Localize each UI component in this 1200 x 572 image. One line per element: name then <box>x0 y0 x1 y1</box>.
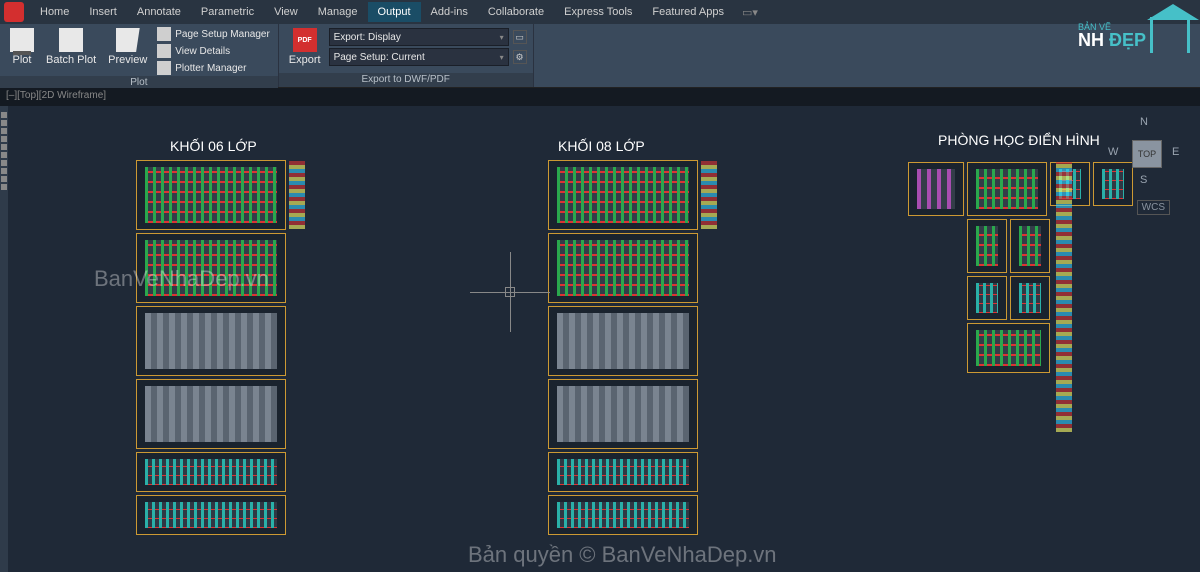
menu-express-tools[interactable]: Express Tools <box>554 2 642 22</box>
model-space-viewport[interactable]: KHỐI 06 LỚP KHỐI 08 LỚP PHÒNG HỌC ĐIỂN H… <box>8 106 1200 572</box>
ribbon: Plot Batch Plot Preview Page Setup Manag… <box>0 24 1200 88</box>
plot-icon <box>10 28 34 52</box>
viewcube-north[interactable]: N <box>1140 116 1148 128</box>
menu-view[interactable]: View <box>264 2 308 22</box>
section-title-phonghoc: PHÒNG HỌC ĐIỂN HÌNH <box>938 132 1100 148</box>
menu-collaborate[interactable]: Collaborate <box>478 2 554 22</box>
viewcube-south[interactable]: S <box>1140 174 1147 186</box>
floor-plan-tile[interactable] <box>548 160 698 230</box>
floor-plan-tile[interactable] <box>967 276 1007 320</box>
export-label: Export <box>289 54 321 66</box>
house-icon <box>1150 17 1190 53</box>
floor-plan-tile[interactable] <box>136 452 286 492</box>
viewcube-top-face[interactable]: TOP <box>1132 140 1162 168</box>
page-setup-options-button[interactable]: ⚙ <box>513 50 527 64</box>
floor-plan-tile[interactable] <box>548 379 698 449</box>
floor-plan-tile[interactable] <box>967 162 1047 216</box>
floor-plan-tile[interactable] <box>136 379 286 449</box>
menu-insert[interactable]: Insert <box>79 2 127 22</box>
menu-manage[interactable]: Manage <box>308 2 368 22</box>
floor-plan-tile[interactable] <box>136 233 286 303</box>
plotter-manager-icon <box>157 61 171 75</box>
floor-plan-tile[interactable] <box>967 323 1050 373</box>
floor-plan-tile[interactable] <box>1010 219 1050 273</box>
drawing-column-khoi08 <box>548 160 698 535</box>
drawing-group-phonghoc <box>908 162 1133 373</box>
drawing-column-khoi06 <box>136 160 286 535</box>
menu-annotate[interactable]: Annotate <box>127 2 191 22</box>
ribbon-panel-export: PDF Export Export: Display ▾ ▭ Page Setu… <box>279 24 534 87</box>
export-button[interactable]: PDF Export <box>285 26 325 73</box>
export-scope-dropdown[interactable]: Export: Display ▾ <box>329 28 509 46</box>
floor-plan-tile[interactable] <box>136 160 286 230</box>
plot-button[interactable]: Plot <box>6 26 38 76</box>
floor-plan-tile[interactable] <box>548 306 698 376</box>
batch-plot-label: Batch Plot <box>46 54 96 66</box>
menu-featured-apps[interactable]: Featured Apps <box>642 2 734 22</box>
batch-plot-button[interactable]: Batch Plot <box>42 26 100 76</box>
plot-panel-title: Plot <box>0 76 278 88</box>
view-details-icon <box>157 44 171 58</box>
crosshair-pickbox <box>505 287 515 297</box>
export-pdf-icon: PDF <box>293 28 317 52</box>
floor-plan-tile[interactable] <box>548 233 698 303</box>
floor-plan-tile[interactable] <box>136 306 286 376</box>
ribbon-panel-plot: Plot Batch Plot Preview Page Setup Manag… <box>0 24 279 87</box>
page-setup-manager-button[interactable]: Page Setup Manager <box>155 26 272 42</box>
viewcube-west[interactable]: W <box>1108 146 1118 158</box>
preview-button[interactable]: Preview <box>104 26 151 76</box>
left-tool-palette[interactable] <box>0 106 8 572</box>
view-details-button[interactable]: View Details <box>155 43 272 59</box>
menu-addins[interactable]: Add-ins <box>421 2 478 22</box>
brand-watermark-logo: BẢN VẼ NH ĐẸP <box>1060 10 1190 60</box>
watermark-copyright: Bản quyền © BanVeNhaDep.vn <box>468 542 777 568</box>
menu-output[interactable]: Output <box>368 2 421 22</box>
plot-label: Plot <box>13 54 32 66</box>
ribbon-search-icon[interactable]: ▭▾ <box>742 6 758 19</box>
page-setup-icon <box>157 27 171 41</box>
view-breadcrumb[interactable]: [–][Top][2D Wireframe] <box>0 88 1200 106</box>
floor-plan-tile[interactable] <box>548 495 698 535</box>
export-window-button[interactable]: ▭ <box>513 30 527 44</box>
chevron-down-icon: ▾ <box>500 53 504 62</box>
batch-plot-icon <box>59 28 83 52</box>
viewcube-east[interactable]: E <box>1172 146 1179 158</box>
preview-label: Preview <box>108 54 147 66</box>
floor-plan-tile[interactable] <box>136 495 286 535</box>
viewcube[interactable]: N W E S TOP <box>1106 114 1186 194</box>
export-panel-title: Export to DWF/PDF <box>279 73 533 87</box>
page-setup-dropdown[interactable]: Page Setup: Current ▾ <box>329 48 509 66</box>
floor-plan-tile[interactable] <box>1010 276 1050 320</box>
app-logo-icon <box>4 2 24 22</box>
section-title-khoi08: KHỐI 08 LỚP <box>558 138 645 154</box>
plotter-manager-button[interactable]: Plotter Manager <box>155 60 272 76</box>
section-title-khoi06: KHỐI 06 LỚP <box>170 138 257 154</box>
preview-icon <box>116 28 140 52</box>
menu-bar: Home Insert Annotate Parametric View Man… <box>0 0 1200 24</box>
chevron-down-icon: ▾ <box>500 33 504 42</box>
menu-home[interactable]: Home <box>30 2 79 22</box>
wcs-dropdown[interactable]: WCS <box>1137 200 1170 215</box>
menu-parametric[interactable]: Parametric <box>191 2 264 22</box>
floor-plan-tile[interactable] <box>908 162 964 216</box>
floor-plan-tile[interactable] <box>548 452 698 492</box>
floor-plan-tile[interactable] <box>967 219 1007 273</box>
